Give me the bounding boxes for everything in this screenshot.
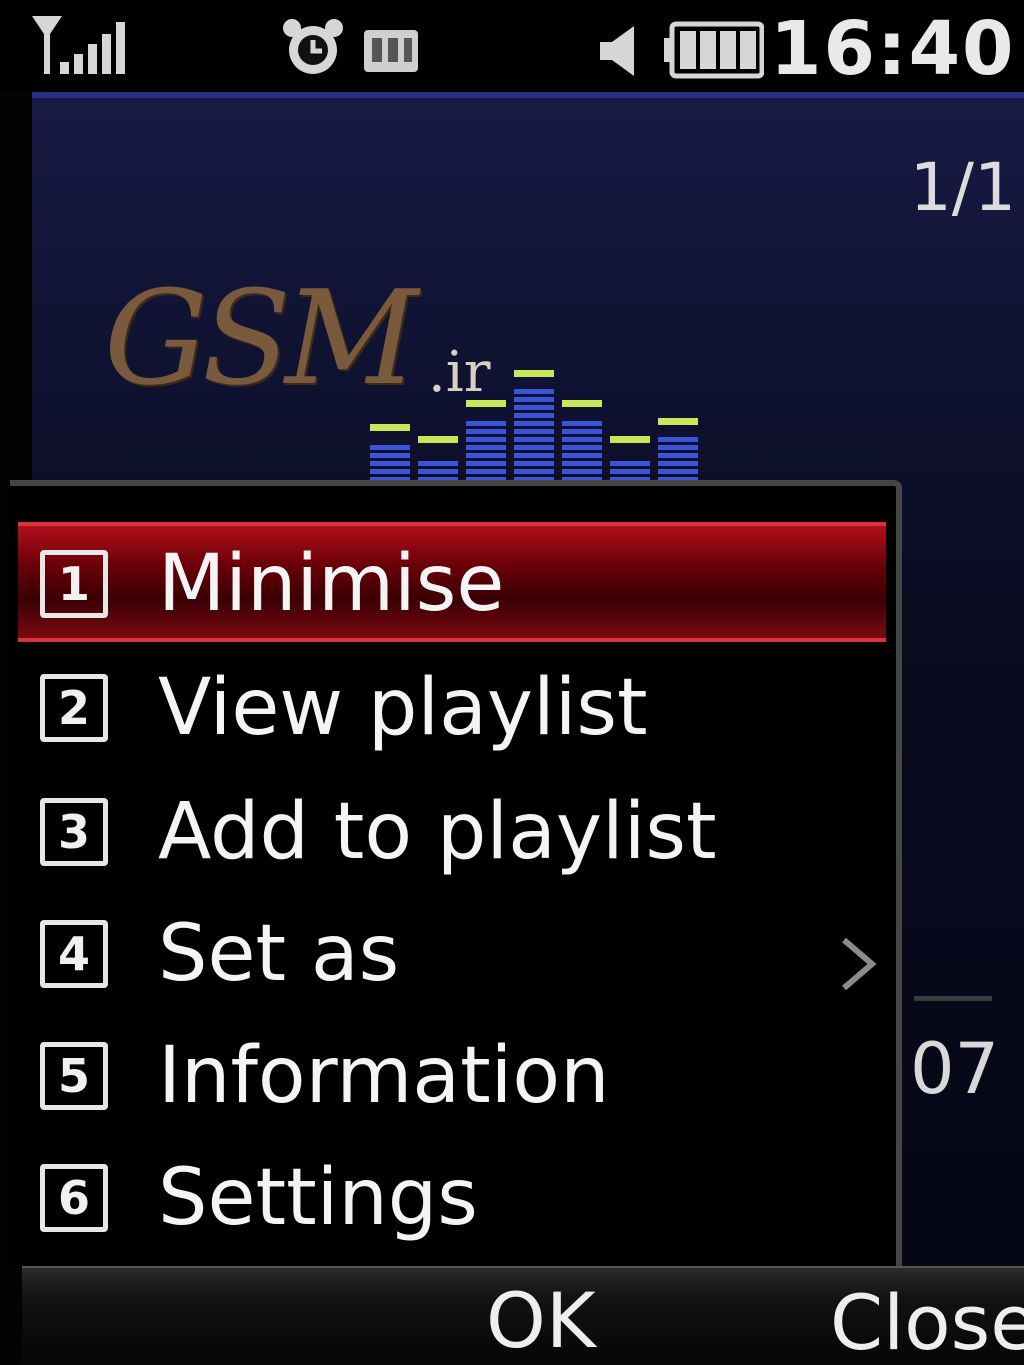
menu-item-label: View playlist (158, 663, 648, 753)
softkey-bar: OK Close (22, 1266, 1024, 1365)
equalizer-peak (562, 400, 602, 407)
close-softkey[interactable]: Close (830, 1278, 1024, 1365)
equalizer-bar (370, 424, 410, 482)
menu-item-label: Information (158, 1031, 610, 1121)
progress-divider (914, 996, 992, 1001)
elapsed-time: 07 (910, 1028, 1000, 1110)
menu-item-minimise[interactable]: 1 Minimise (18, 522, 886, 642)
menu-item-settings[interactable]: 6 Settings (18, 1140, 886, 1260)
menu-item-set-as[interactable]: 4 Set as (18, 896, 886, 1016)
menu-item-label: Add to playlist (158, 787, 717, 877)
equalizer-bar (514, 370, 554, 482)
menu-item-add-to-playlist[interactable]: 3 Add to playlist (18, 774, 886, 894)
equalizer-peak (658, 418, 698, 425)
status-clock: 16:40 (770, 6, 1016, 92)
menu-item-label: Set as (158, 909, 400, 999)
equalizer-visual (370, 370, 698, 482)
ok-softkey[interactable]: OK (486, 1276, 596, 1365)
options-menu: 1 Minimise 2 View playlist 3 Add to play… (10, 480, 902, 1270)
number-key-4-icon: 4 (40, 920, 108, 988)
memory-card-icon (364, 30, 418, 72)
signal-icon (32, 16, 125, 74)
sound-icon (600, 26, 634, 76)
equalizer-bar (610, 436, 650, 482)
menu-item-view-playlist[interactable]: 2 View playlist (18, 650, 886, 770)
equalizer-bar (466, 400, 506, 482)
alarm-icon (283, 19, 343, 74)
number-key-5-icon: 5 (40, 1042, 108, 1110)
equalizer-bar (418, 436, 458, 482)
number-key-3-icon: 3 (40, 798, 108, 866)
status-bar: 16:40 (0, 0, 1024, 92)
equalizer-bar (562, 400, 602, 482)
equalizer-peak (418, 436, 458, 443)
chevron-right-icon (842, 937, 877, 991)
menu-item-information[interactable]: 5 Information (18, 1018, 886, 1138)
battery-icon (664, 21, 764, 79)
equalizer-peak (370, 424, 410, 431)
phone-screen: 16:40 1/1 GSM .ir 07 1 Minimise 2 View p… (0, 0, 1024, 1365)
equalizer-peak (466, 400, 506, 407)
menu-item-label: Settings (158, 1153, 478, 1243)
menu-item-label: Minimise (158, 539, 505, 629)
equalizer-peak (514, 370, 554, 377)
number-key-2-icon: 2 (40, 674, 108, 742)
equalizer-bar (658, 418, 698, 482)
number-key-6-icon: 6 (40, 1164, 108, 1232)
number-key-1-icon: 1 (40, 550, 108, 618)
track-counter: 1/1 (909, 149, 1016, 226)
equalizer-peak (610, 436, 650, 443)
